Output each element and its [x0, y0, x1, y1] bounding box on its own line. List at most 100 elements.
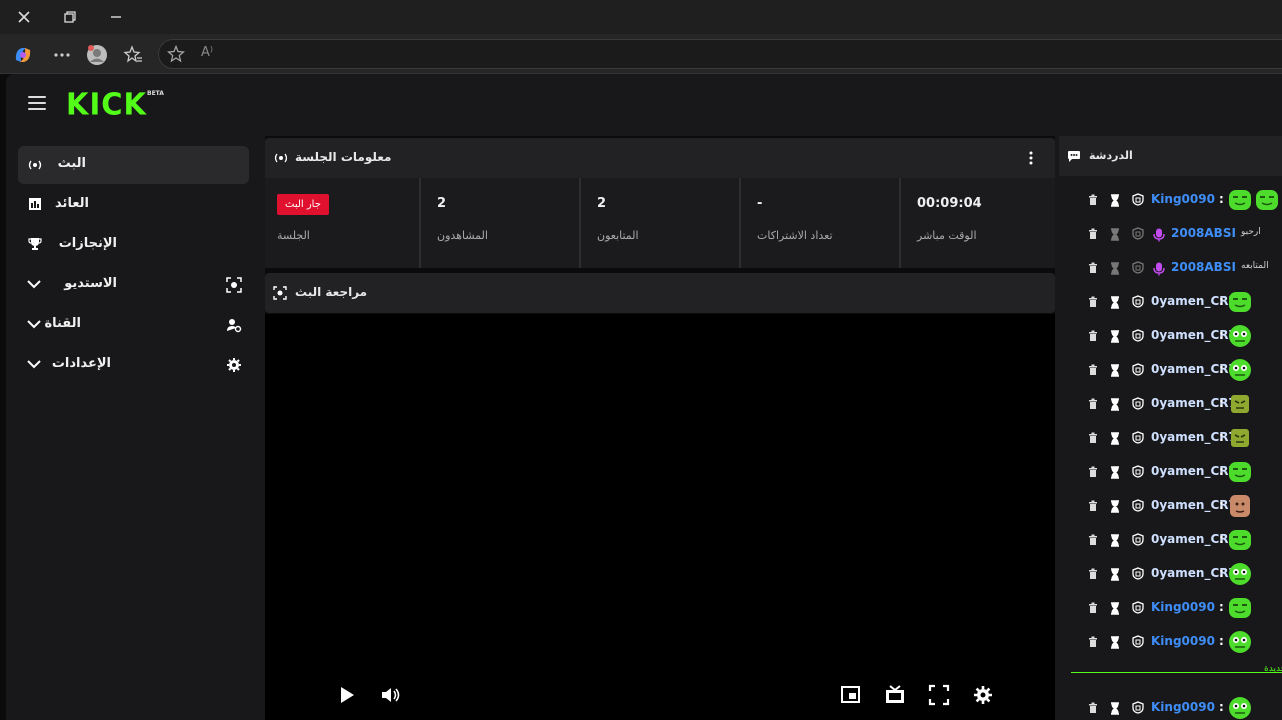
- chat-username[interactable]: 2008ABSI: [1171, 260, 1236, 274]
- delete-message-icon[interactable]: [1088, 636, 1098, 648]
- chat-message: 0yamen_CR7:: [1059, 322, 1282, 352]
- ban-shield-icon[interactable]: [1132, 465, 1144, 478]
- kebab-menu-icon[interactable]: [1028, 151, 1034, 165]
- hamburger-menu-icon[interactable]: [28, 96, 46, 110]
- chat-username[interactable]: 2008ABSI: [1171, 226, 1236, 240]
- copilot-button[interactable]: [11, 43, 35, 67]
- volume-icon[interactable]: [380, 684, 402, 706]
- chat-username[interactable]: King0090: [1151, 192, 1215, 206]
- chat-username[interactable]: 0yamen_CR7: [1151, 566, 1237, 580]
- delete-message-icon[interactable]: [1088, 228, 1098, 240]
- emote-green-round-icon: [1229, 563, 1251, 585]
- chevron-down-icon[interactable]: [26, 278, 42, 290]
- ban-shield-icon[interactable]: [1132, 431, 1144, 444]
- sidebar-item-studio[interactable]: الاستديو: [18, 266, 249, 304]
- chevron-down-icon[interactable]: [26, 358, 42, 370]
- chat-username[interactable]: 0yamen_CR7: [1151, 430, 1237, 444]
- avatar-icon: [87, 45, 107, 65]
- chat-username[interactable]: 0yamen_CR7: [1151, 328, 1237, 342]
- read-aloud-icon[interactable]: A⁾: [201, 45, 213, 60]
- delete-message-icon[interactable]: [1088, 398, 1098, 410]
- video-player[interactable]: [265, 314, 1055, 720]
- delete-message-icon[interactable]: [1088, 262, 1098, 274]
- sidebar-item-channel[interactable]: القناة: [18, 306, 249, 344]
- more-menu-button[interactable]: [50, 43, 74, 67]
- ban-shield-icon[interactable]: [1132, 567, 1144, 580]
- timeout-hourglass-icon[interactable]: [1110, 194, 1120, 207]
- ban-shield-icon[interactable]: [1132, 499, 1144, 512]
- timeout-hourglass-icon[interactable]: [1110, 636, 1120, 649]
- sidebar-item-stream[interactable]: البث: [18, 146, 249, 184]
- stat-value: 2: [597, 196, 607, 211]
- ban-shield-icon[interactable]: [1132, 193, 1144, 206]
- timeout-hourglass-icon[interactable]: [1110, 296, 1120, 309]
- chat-username[interactable]: King0090: [1151, 634, 1215, 648]
- fullscreen-icon[interactable]: [928, 684, 950, 706]
- stat-label: الوقت مباشر: [917, 229, 977, 242]
- timeout-hourglass-icon[interactable]: [1110, 702, 1120, 715]
- profile-button[interactable]: [85, 43, 109, 67]
- sidebar-item-settings[interactable]: الإعدادات: [18, 346, 249, 384]
- play-icon[interactable]: [336, 684, 358, 706]
- delete-message-icon[interactable]: [1088, 500, 1098, 512]
- ban-shield-icon[interactable]: [1132, 329, 1144, 342]
- delete-message-icon[interactable]: [1088, 602, 1098, 614]
- timeout-hourglass-icon[interactable]: [1110, 262, 1120, 275]
- chat-username[interactable]: King0090: [1151, 600, 1215, 614]
- timeout-hourglass-icon[interactable]: [1110, 602, 1120, 615]
- delete-message-icon[interactable]: [1088, 364, 1098, 376]
- ban-shield-icon[interactable]: [1132, 635, 1144, 648]
- emote-olive-face-icon: [1231, 429, 1249, 447]
- timeout-hourglass-icon[interactable]: [1110, 432, 1120, 445]
- timeout-hourglass-icon[interactable]: [1110, 330, 1120, 343]
- restore-window-button[interactable]: [59, 6, 81, 28]
- delete-message-icon[interactable]: [1088, 568, 1098, 580]
- favorites-button[interactable]: [121, 43, 145, 67]
- timeout-hourglass-icon[interactable]: [1110, 568, 1120, 581]
- studio-camera-icon: [273, 286, 287, 300]
- section-title: مراجعة البث: [295, 285, 368, 299]
- ban-shield-icon[interactable]: [1132, 397, 1144, 410]
- delete-message-icon[interactable]: [1088, 194, 1098, 206]
- ban-shield-icon[interactable]: [1132, 261, 1144, 274]
- sidebar-item-revenue[interactable]: العائد: [18, 186, 249, 224]
- chat-username[interactable]: 0yamen_CR7: [1151, 498, 1237, 512]
- kick-logo[interactable]: KICK: [66, 86, 147, 122]
- timeout-hourglass-icon[interactable]: [1110, 466, 1120, 479]
- timeout-hourglass-icon[interactable]: [1110, 500, 1120, 513]
- delete-message-icon[interactable]: [1088, 466, 1098, 478]
- delete-message-icon[interactable]: [1088, 702, 1098, 714]
- delete-message-icon[interactable]: [1088, 432, 1098, 444]
- minimize-window-button[interactable]: [105, 6, 127, 28]
- ban-shield-icon[interactable]: [1132, 601, 1144, 614]
- picture-in-picture-icon[interactable]: [840, 684, 862, 706]
- delete-message-icon[interactable]: [1088, 296, 1098, 308]
- ban-shield-icon[interactable]: [1132, 295, 1144, 308]
- microphone-badge-icon: [1153, 228, 1165, 242]
- timeout-hourglass-icon[interactable]: [1110, 364, 1120, 377]
- ban-shield-icon[interactable]: [1132, 363, 1144, 376]
- chat-message: 2008ABSI ارحبو: [1059, 220, 1282, 250]
- chat-username[interactable]: 0yamen_CR7: [1151, 362, 1237, 376]
- chat-username[interactable]: 0yamen_CR7: [1151, 464, 1237, 478]
- chat-username[interactable]: King0090: [1151, 700, 1215, 714]
- chat-username[interactable]: 0yamen_CR7: [1151, 532, 1237, 546]
- stat-label: المشاهدون: [437, 229, 488, 242]
- chevron-down-icon[interactable]: [26, 318, 42, 330]
- delete-message-icon[interactable]: [1088, 330, 1098, 342]
- close-window-button[interactable]: [13, 6, 35, 28]
- add-favorite-star-icon[interactable]: [167, 45, 185, 63]
- address-bar[interactable]: A⁾: [158, 39, 1282, 69]
- timeout-hourglass-icon[interactable]: [1110, 228, 1120, 241]
- ban-shield-icon[interactable]: [1132, 701, 1144, 714]
- chat-username[interactable]: 0yamen_CR7: [1151, 294, 1237, 308]
- timeout-hourglass-icon[interactable]: [1110, 534, 1120, 547]
- sidebar-item-achievements[interactable]: الإنجازات: [18, 226, 249, 264]
- theater-mode-icon[interactable]: [884, 684, 906, 706]
- chat-username[interactable]: 0yamen_CR7: [1151, 396, 1237, 410]
- ban-shield-icon[interactable]: [1132, 533, 1144, 546]
- timeout-hourglass-icon[interactable]: [1110, 398, 1120, 411]
- delete-message-icon[interactable]: [1088, 534, 1098, 546]
- ban-shield-icon[interactable]: [1132, 227, 1144, 240]
- settings-gear-icon[interactable]: [972, 684, 994, 706]
